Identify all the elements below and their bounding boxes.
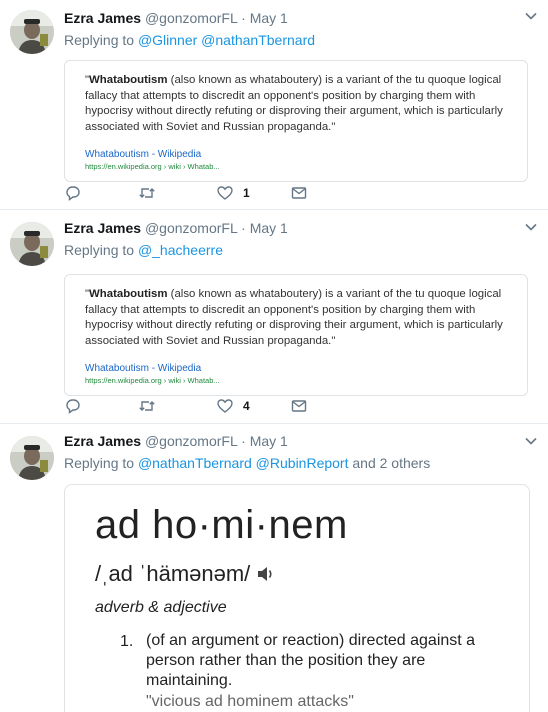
like-count: 4	[243, 399, 250, 413]
definition-example: "vicious ad hominem attacks"	[146, 693, 354, 710]
reply-others[interactable]: and 2 others	[352, 455, 430, 471]
author-handle[interactable]: @gonzomorFL	[145, 433, 237, 449]
quoted-card[interactable]: "Whataboutism (also known as whatabouter…	[64, 274, 528, 396]
replying-to: Replying to @Glinner @nathanTbernard	[64, 32, 315, 48]
pronunciation-text: /ˌad ˈhämənəm/	[95, 561, 251, 586]
quoted-card[interactable]: "Whataboutism (also known as whatabouter…	[64, 60, 528, 182]
pronunciation: /ˌad ˈhämənəm/	[95, 561, 276, 587]
chevron-down-icon[interactable]	[524, 220, 538, 234]
retweet-button[interactable]	[138, 396, 156, 416]
author-handle[interactable]: @gonzomorFL	[145, 220, 237, 236]
like-button[interactable]: 1	[216, 183, 250, 203]
definition-number: 1.	[120, 633, 134, 650]
source-title[interactable]: Whataboutism - Wikipedia	[85, 363, 513, 374]
heart-icon	[217, 186, 233, 200]
heart-icon	[217, 399, 233, 413]
envelope-icon	[291, 187, 307, 199]
replying-to-label: Replying to	[64, 32, 135, 48]
source-url: https://en.wikipedia.org › wiki › Whatab…	[85, 162, 220, 171]
reply-target-link[interactable]: @RubinReport	[256, 455, 349, 471]
reply-icon	[66, 186, 80, 201]
tweet-date[interactable]: May 1	[250, 433, 288, 449]
tweet-date[interactable]: May 1	[250, 220, 288, 236]
tweet[interactable]: Ezra James @gonzomorFL · May 1 Replying …	[0, 424, 548, 712]
like-button[interactable]: 4	[216, 396, 250, 416]
retweet-icon	[139, 188, 155, 198]
avatar[interactable]	[10, 436, 54, 480]
replying-to: Replying to @nathanTbernard @RubinReport…	[64, 455, 430, 471]
author-name[interactable]: Ezra James	[64, 433, 141, 449]
retweet-button[interactable]	[138, 183, 156, 203]
separator-dot: ·	[241, 220, 246, 236]
envelope-icon	[291, 400, 307, 412]
separator-dot: ·	[241, 10, 246, 26]
reply-target-link[interactable]: @nathanTbernard	[201, 32, 315, 48]
definition-text: (of an argument or reaction) directed ag…	[146, 632, 476, 689]
tweet-header: Ezra James @gonzomorFL · May 1	[64, 433, 288, 449]
avatar[interactable]	[10, 10, 54, 54]
tweet[interactable]: Ezra James @gonzomorFL · May 1 Replying …	[0, 210, 548, 424]
chevron-down-icon[interactable]	[524, 434, 538, 448]
dictionary-image[interactable]: ad ho·mi·nem /ˌad ˈhämənəm/ adverb & adj…	[64, 484, 530, 712]
chevron-down-icon[interactable]	[524, 9, 538, 23]
replying-to-label: Replying to	[64, 455, 135, 471]
source-url: https://en.wikipedia.org › wiki › Whatab…	[85, 376, 220, 385]
reply-target-link[interactable]: @_hacheerre	[138, 242, 223, 258]
tweet-actions: 1	[64, 183, 364, 203]
quote-text: "Whataboutism (also known as whatabouter…	[85, 74, 503, 133]
tweet-header: Ezra James @gonzomorFL · May 1	[64, 220, 288, 236]
quote-term: Whataboutism	[89, 74, 168, 86]
tweet-actions: 4	[64, 396, 364, 416]
author-name[interactable]: Ezra James	[64, 220, 141, 236]
tweet[interactable]: Ezra James @gonzomorFL · May 1 Replying …	[0, 0, 548, 210]
quote-text: "Whataboutism (also known as whatabouter…	[85, 288, 503, 347]
replying-to: Replying to @_hacheerre	[64, 242, 223, 258]
quote-term: Whataboutism	[89, 288, 168, 300]
like-count: 1	[243, 186, 250, 200]
reply-target-link[interactable]: @Glinner	[138, 32, 197, 48]
replying-to-label: Replying to	[64, 242, 135, 258]
reply-target-link[interactable]: @nathanTbernard	[138, 455, 252, 471]
separator-dot: ·	[241, 433, 246, 449]
reply-icon	[66, 399, 80, 414]
tweet-header: Ezra James @gonzomorFL · May 1	[64, 10, 288, 26]
dictionary-headword: ad ho·mi·nem	[95, 503, 348, 547]
part-of-speech: adverb & adjective	[95, 599, 227, 616]
source-title[interactable]: Whataboutism - Wikipedia	[85, 149, 513, 160]
speaker-icon[interactable]	[256, 565, 276, 583]
direct-message-button[interactable]	[290, 183, 308, 203]
direct-message-button[interactable]	[290, 396, 308, 416]
reply-button[interactable]	[64, 183, 82, 203]
author-name[interactable]: Ezra James	[64, 10, 141, 26]
avatar[interactable]	[10, 222, 54, 266]
author-handle[interactable]: @gonzomorFL	[145, 10, 237, 26]
tweet-date[interactable]: May 1	[250, 10, 288, 26]
retweet-icon	[139, 401, 155, 411]
reply-button[interactable]	[64, 396, 82, 416]
